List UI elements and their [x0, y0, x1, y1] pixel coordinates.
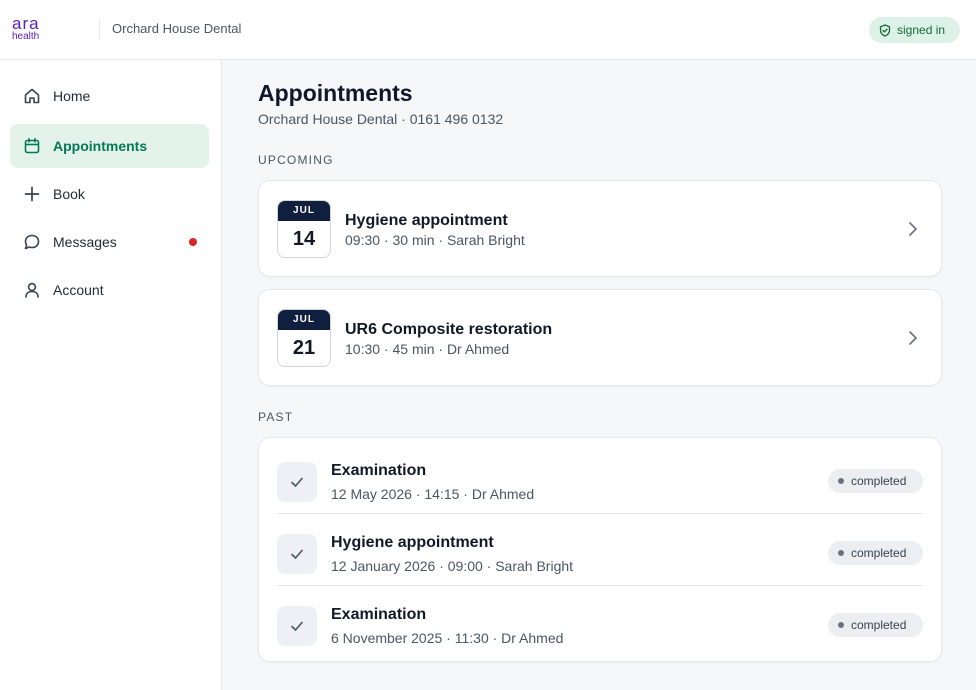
- appointment-meta: 6 November 2025 · 11:30 · Dr Ahmed: [331, 630, 564, 646]
- sidebar-item-messages[interactable]: Messages: [10, 220, 209, 264]
- appointment-meta: 09:30 · 30 min · Sarah Bright: [345, 232, 525, 248]
- appointment-title: Examination: [331, 462, 427, 479]
- header-divider: [99, 20, 100, 40]
- sidebar-item-home[interactable]: Home: [10, 74, 209, 118]
- plus-icon: [22, 184, 42, 204]
- page-subtitle: Orchard House Dental · 0161 496 0132: [258, 111, 504, 127]
- status-label: completed: [851, 474, 907, 488]
- date-day: 14: [292, 228, 316, 250]
- sidebar-item-label: Appointments: [53, 138, 148, 154]
- upcoming-appointment-card[interactable]: JUL 21 UR6 Composite restoration 10:30 ·…: [258, 289, 942, 386]
- appointment-title: Examination: [331, 606, 427, 623]
- sidebar-item-label: Book: [53, 186, 85, 202]
- chevron-right-icon: [909, 331, 917, 345]
- appointment-title: Hygiene appointment: [345, 212, 508, 229]
- sidebar-item-account[interactable]: Account: [10, 268, 209, 312]
- status-label: completed: [851, 618, 907, 632]
- appointment-title: UR6 Composite restoration: [345, 321, 553, 338]
- sidebar-item-book[interactable]: Book: [10, 172, 209, 216]
- section-label-past: PAST: [258, 410, 294, 424]
- sidebar-item-label: Account: [53, 282, 104, 298]
- notification-dot: [189, 238, 197, 246]
- top-bar: ara health Orchard House Dental signed i…: [0, 0, 976, 60]
- date-tile: JUL 14: [277, 200, 331, 258]
- status-dot: [838, 478, 844, 484]
- chat-bubble-icon: [22, 232, 42, 252]
- shield-check-icon: [879, 23, 891, 37]
- date-tile: JUL 21: [277, 309, 331, 367]
- status-label: completed: [851, 546, 907, 560]
- upcoming-appointment-card[interactable]: JUL 14 Hygiene appointment 09:30 · 30 mi…: [258, 180, 942, 277]
- logo-wordmark: ara: [12, 14, 40, 33]
- signed-in-badge: signed in: [869, 17, 960, 43]
- check-icon: [277, 534, 317, 574]
- home-icon: [22, 86, 42, 106]
- logo[interactable]: ara health: [12, 14, 52, 42]
- sidebar-item-appointments[interactable]: Appointments: [10, 124, 209, 168]
- status-badge: completed: [828, 613, 923, 637]
- status-badge: completed: [828, 469, 923, 493]
- past-appointments-list: Examination 12 May 2026 · 14:15 · Dr Ahm…: [258, 437, 942, 662]
- appointment-title: Hygiene appointment: [331, 534, 494, 551]
- sidebar-item-label: Home: [53, 88, 91, 104]
- section-label-upcoming: UPCOMING: [258, 153, 334, 167]
- chevron-right-icon: [909, 222, 917, 236]
- check-icon: [277, 606, 317, 646]
- status-dot: [838, 622, 844, 628]
- past-appointment-row[interactable]: Hygiene appointment 12 January 2026 · 09…: [277, 514, 923, 586]
- sidebar-item-label: Messages: [53, 234, 117, 250]
- logo-subtext: health: [12, 31, 40, 42]
- main-content: Appointments Orchard House Dental · 0161…: [222, 60, 976, 690]
- past-appointment-row[interactable]: Examination 6 November 2025 · 11:30 · Dr…: [277, 586, 923, 658]
- date-month: JUL: [278, 310, 330, 330]
- date-day: 21: [292, 337, 316, 359]
- status-badge: completed: [828, 541, 923, 565]
- signed-in-label: signed in: [897, 23, 946, 37]
- appointment-meta: 12 January 2026 · 09:00 · Sarah Bright: [331, 558, 574, 574]
- past-appointment-row[interactable]: Examination 12 May 2026 · 14:15 · Dr Ahm…: [277, 442, 923, 514]
- practice-name: Orchard House Dental: [112, 21, 242, 36]
- sidebar: Home Appointments Book Messages Account: [0, 60, 222, 690]
- appointment-meta: 12 May 2026 · 14:15 · Dr Ahmed: [331, 486, 535, 502]
- user-icon: [22, 280, 42, 300]
- page-title: Appointments: [258, 80, 413, 106]
- date-month: JUL: [278, 201, 330, 221]
- appointment-meta: 10:30 · 45 min · Dr Ahmed: [345, 341, 510, 357]
- check-icon: [277, 462, 317, 502]
- status-dot: [838, 550, 844, 556]
- calendar-icon: [22, 136, 42, 156]
